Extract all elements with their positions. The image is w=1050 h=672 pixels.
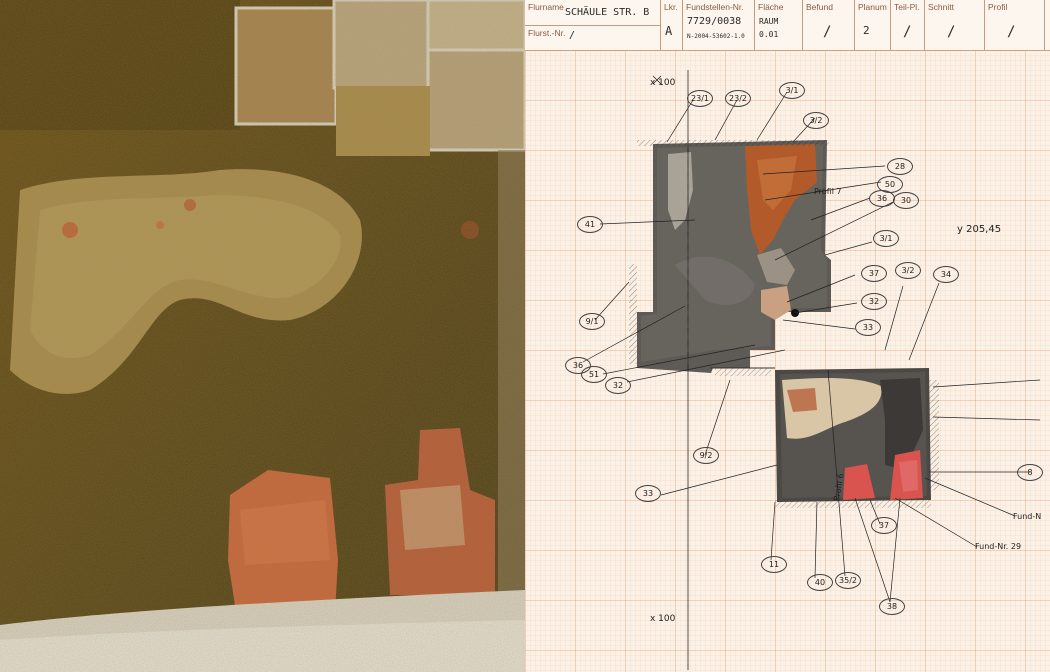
flurname-value: SCHÄULE STR. B (565, 7, 650, 18)
graph-paper (525, 50, 1050, 672)
circle-label-21: 33 (635, 485, 661, 502)
circle-label-8: 30 (893, 192, 919, 209)
field-profil: Profil / (985, 0, 1045, 50)
circle-label-20: 9/2 (693, 447, 719, 464)
flaeche-sub: 0.01 (759, 30, 779, 39)
fund-label-29: Fund-Nr. 29 (975, 542, 1022, 551)
grid-y-right-label: y 205,45 (957, 224, 1002, 235)
field-schnitt: Schnitt / (925, 0, 985, 50)
excavation-drawing-sheet: Flurname SCHÄULE STR. B Flurst.-Nr. / Lk… (525, 0, 1050, 672)
circle-label-25: 37 (871, 517, 897, 534)
field-flurname: Flurname SCHÄULE STR. B Flurst.-Nr. / (525, 0, 661, 50)
circle-label-15: 34 (933, 266, 959, 283)
circle-label-27: 8 (1017, 464, 1043, 481)
profil-label: Profil (988, 2, 1008, 12)
flurst-nr-label: Flurst.-Nr. (528, 28, 566, 38)
circle-label-3: 3/1 (779, 82, 805, 99)
fundstellen-nr-value: 7729/0038 (687, 16, 742, 27)
flurst-nr-value: / (569, 30, 576, 41)
lkr-label: Lkr. (664, 2, 678, 12)
profil-value: / (1007, 24, 1016, 40)
flaeche-label: Fläche (758, 2, 784, 12)
circle-label-19: 32 (605, 377, 631, 394)
excavation-photo (0, 0, 525, 672)
circle-label-1: 23/1 (687, 90, 713, 107)
circle-label-4: 3/2 (803, 112, 829, 129)
fundstellen-nr-label: Fundstellen-Nr. (686, 2, 744, 12)
circle-label-26: 38 (879, 598, 905, 615)
grid-x-top-label: x 100 (650, 78, 676, 88)
planum-label: Planum (858, 2, 887, 12)
lkr-value: A (665, 24, 673, 38)
field-fundstellen-nr: Fundstellen-Nr. 7729/0038 N-2004-53602-1… (683, 0, 755, 50)
teil-pl-label: Teil-Pl. (894, 2, 920, 12)
circle-label-14: 3/2 (895, 262, 921, 279)
fund-label-n: Fund-N (1013, 512, 1042, 521)
field-flaeche: Fläche RAUM 0.01 (755, 0, 803, 50)
planum-value: 2 (863, 24, 870, 37)
circle-label-22: 11 (761, 556, 787, 573)
field-lkr: Lkr. A (661, 0, 683, 50)
photo-illustration (0, 0, 525, 672)
fundstellen-nr-sub: N-2004-53602-1.0 (687, 33, 745, 40)
circle-label-12: 32 (861, 293, 887, 310)
field-planum: Planum 2 (855, 0, 891, 50)
circle-label-18: 51 (581, 366, 607, 383)
flaeche-value: RAUM (759, 17, 779, 26)
field-befund: Befund / (803, 0, 855, 50)
form-header: Flurname SCHÄULE STR. B Flurst.-Nr. / Lk… (525, 0, 1050, 51)
schnitt-label: Schnitt (928, 2, 954, 12)
circle-label-10: 3/1 (873, 230, 899, 247)
teil-pl-value: / (903, 24, 912, 40)
schnitt-value: / (947, 24, 956, 40)
circle-label-7: 36 (869, 190, 895, 207)
circle-label-23: 40 (807, 574, 833, 591)
circle-label-9: 41 (577, 216, 603, 233)
profile-label-7: Profil 7 (814, 187, 842, 196)
circle-label-13: 33 (855, 319, 881, 336)
field-teil-pl: Teil-Pl. / (891, 0, 925, 50)
circle-label-11: 37 (861, 265, 887, 282)
grid-x-bottom-label: x 100 (650, 614, 676, 624)
flurname-label: Flurname (528, 2, 564, 12)
circle-label-24: 35/2 (835, 572, 861, 589)
circle-label-2: 23/2 (725, 90, 751, 107)
circle-label-16: 9/1 (579, 313, 605, 330)
circle-label-5: 28 (887, 158, 913, 175)
befund-value: / (823, 24, 832, 40)
befund-label: Befund (806, 2, 833, 12)
